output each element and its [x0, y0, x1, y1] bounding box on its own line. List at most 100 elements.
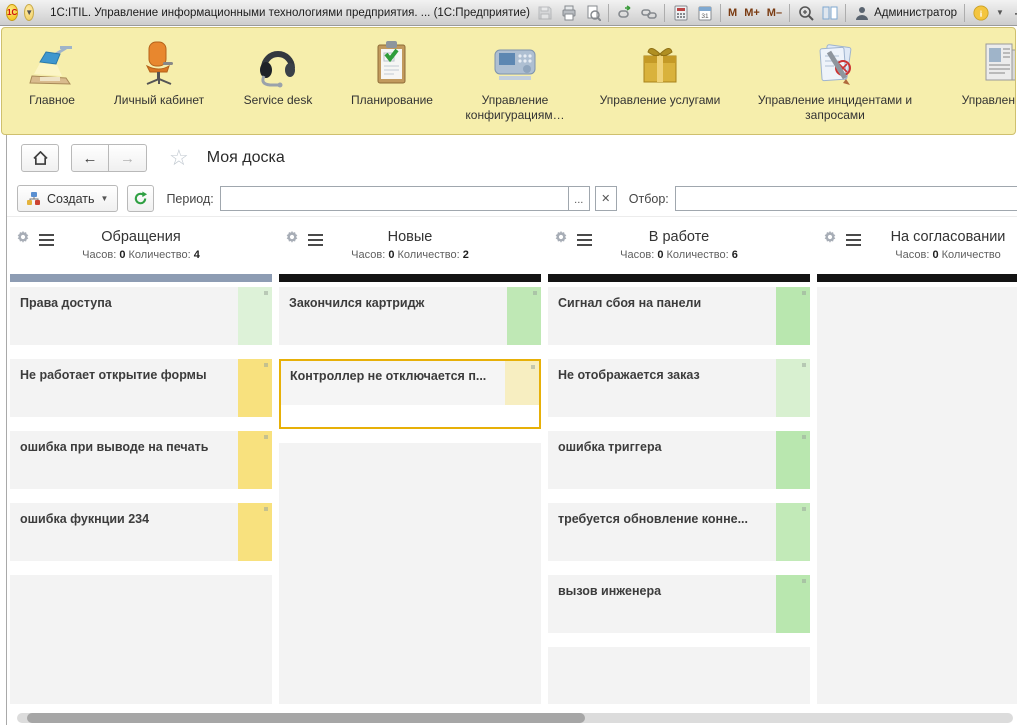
column-settings-gear-icon[interactable] [16, 230, 30, 249]
get-link-icon[interactable] [640, 4, 657, 21]
print-preview-icon[interactable] [584, 4, 601, 21]
home-button[interactable] [21, 144, 59, 172]
kanban-card[interactable]: Не отображается заказ [548, 359, 810, 417]
back-button[interactable]: ← [71, 144, 109, 172]
kanban-card-selected[interactable]: Контроллер не отключается п... [279, 359, 541, 429]
info-icon[interactable]: i [972, 4, 989, 21]
refresh-button[interactable] [127, 185, 154, 212]
card-status-strip [776, 503, 810, 561]
column-settings-gear-icon[interactable] [285, 230, 299, 249]
card-corner-icon [802, 507, 806, 511]
kanban-card[interactable]: Закончился картридж [279, 287, 541, 345]
board-toolbar: Создать ▼ Период: ... ✕ Отбор: [7, 181, 1017, 217]
lamp-icon [26, 38, 78, 90]
ribbon-section-label: Управление и [962, 93, 1016, 108]
period-ellipsis-button[interactable]: ... [568, 186, 590, 211]
ribbon-sections: Главное Личный кабинет Service deskПланиро… [1, 27, 1016, 135]
card-status-strip [776, 575, 810, 633]
card-corner-icon [264, 363, 268, 367]
horizontal-scrollbar-thumb[interactable] [27, 713, 585, 723]
column-menu-icon[interactable] [39, 234, 54, 246]
column-empty-area [817, 287, 1017, 704]
kanban-card[interactable]: ошибка фукнции 234 [10, 503, 272, 561]
zoom-icon[interactable] [797, 4, 814, 21]
titlebar-separator [608, 4, 609, 22]
favorite-star-icon[interactable]: ☆ [169, 145, 189, 171]
info-caret-icon[interactable]: ▼ [996, 8, 1004, 17]
refresh-icon [133, 191, 148, 206]
column-header: ОбращенияЧасов: 0 Количество: 4 [10, 227, 272, 267]
card-title: ошибка триггера [558, 440, 662, 454]
card-status-strip [776, 287, 810, 345]
ribbon-section-3[interactable]: Service desk [222, 38, 334, 108]
app-logo-icon[interactable]: 1С [6, 4, 18, 21]
page-title: Моя доска [207, 149, 285, 167]
board-column-3: В работеЧасов: 0 Количество: 6 Сигнал сбо… [548, 227, 810, 704]
calculator-icon[interactable] [672, 4, 689, 21]
m-minus-icon[interactable]: M– [767, 7, 782, 19]
filter-input[interactable] [675, 186, 1017, 211]
column-menu-icon[interactable] [308, 234, 323, 246]
period-clear-button[interactable]: ✕ [595, 186, 617, 211]
kanban-board: ОбращенияЧасов: 0 Количество: 4 Права дос… [7, 217, 1017, 704]
forward-button[interactable]: → [109, 144, 147, 172]
column-menu-icon[interactable] [577, 234, 592, 246]
ribbon-section-1[interactable]: Главное [8, 38, 96, 108]
m-icon[interactable]: M [728, 7, 737, 19]
system-menu-button[interactable]: ▼ [24, 4, 34, 21]
create-caret-icon: ▼ [101, 194, 109, 203]
ribbon-section-label: Главное [29, 93, 75, 108]
card-title: Контроллер не отключается п... [290, 369, 486, 383]
minimize-button[interactable]: – [1011, 6, 1017, 20]
kanban-card[interactable]: ошибка триггера [548, 431, 810, 489]
period-label: Период: [166, 192, 213, 206]
board-column-2: НовыеЧасов: 0 Количество: 2Закончился ка… [279, 227, 541, 704]
print-icon[interactable] [560, 4, 577, 21]
ribbon-section-7[interactable]: Управление инцидентами и запросами [740, 38, 930, 123]
home-icon [33, 151, 48, 165]
kanban-card[interactable]: Права доступа [10, 287, 272, 345]
kanban-card[interactable]: требуется обновление конне... [548, 503, 810, 561]
column-settings-gear-icon[interactable] [823, 230, 837, 249]
ribbon-section-8[interactable]: Управление и [930, 38, 1016, 108]
kanban-card[interactable]: Сигнал сбоя на панели [548, 287, 810, 345]
window-titlebar: 1С ▼ 1С:ITIL. Управление информационными… [0, 0, 1017, 26]
column-header: В работеЧасов: 0 Количество: 6 [548, 227, 810, 267]
horizontal-scrollbar[interactable] [17, 713, 1013, 723]
ribbon-section-4[interactable]: Планирование [334, 38, 450, 108]
titlebar-separator [789, 4, 790, 22]
ribbon-section-5[interactable]: Управление конфигурациям… [450, 38, 580, 123]
calendar-icon[interactable]: 31 [696, 4, 713, 21]
kanban-card[interactable] [548, 647, 810, 704]
ribbon-section-label: Личный кабинет [114, 93, 204, 108]
period-input[interactable] [220, 186, 568, 211]
card-status-strip [238, 503, 272, 561]
save-icon[interactable] [536, 4, 553, 21]
card-title: требуется обновление конне... [558, 512, 748, 526]
send-link-icon[interactable] [616, 4, 633, 21]
create-button[interactable]: Создать ▼ [17, 185, 118, 212]
card-status-strip [238, 431, 272, 489]
card-title: Не работает открытие формы [20, 368, 207, 382]
split-view-icon[interactable] [821, 4, 838, 21]
column-color-bar [817, 274, 1017, 282]
m-plus-icon[interactable]: M+ [744, 7, 760, 19]
ribbon-section-2[interactable]: Личный кабинет [96, 38, 222, 108]
column-color-bar [548, 274, 810, 282]
card-title: ошибка при выводе на печать [20, 440, 208, 454]
card-status-strip [507, 287, 541, 345]
current-user[interactable]: Администратор [853, 4, 957, 21]
board-column-4: На согласованииЧасов: 0 Количество [817, 227, 1017, 704]
documents-icon [974, 38, 1016, 90]
column-menu-icon[interactable] [846, 234, 861, 246]
navigation-row: ← → ☆ Моя доска [7, 135, 1017, 181]
kanban-card[interactable]: ошибка при выводе на печать [10, 431, 272, 489]
kanban-card[interactable]: Не работает открытие формы [10, 359, 272, 417]
kanban-card[interactable]: вызов инженера [548, 575, 810, 633]
ribbon-section-6[interactable]: Управление услугами [580, 38, 740, 108]
card-title: вызов инженера [558, 584, 661, 598]
column-settings-gear-icon[interactable] [554, 230, 568, 249]
card-status-strip [238, 359, 272, 417]
ribbon-section-label: Управление конфигурациям… [450, 93, 580, 123]
titlebar-separator [964, 4, 965, 22]
